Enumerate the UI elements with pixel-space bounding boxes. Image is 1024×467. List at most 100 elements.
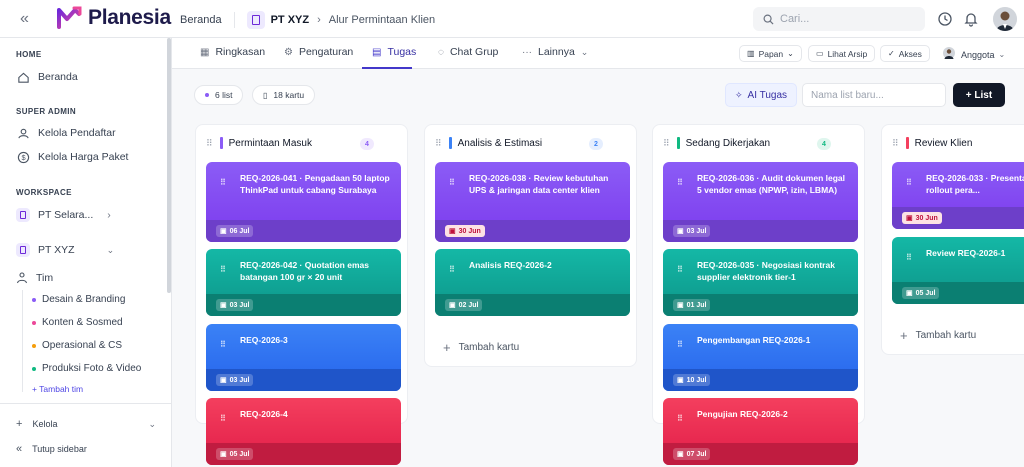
tab-ringkasan[interactable]: ▦ Ringkasan	[200, 46, 265, 58]
access-button[interactable]: ✓ Akses	[880, 45, 930, 62]
card-title-area: ⠿ REQ-2026-038 · Review kebutuhan UPS & j…	[435, 162, 630, 204]
tab-pengaturan[interactable]: ⚙ Pengaturan	[284, 46, 353, 58]
task-card[interactable]: ⠿ REQ-2026-041 · Pengadaan 50 laptop Thin…	[206, 162, 401, 242]
tab-chat-grup[interactable]: ◌ Chat Grup	[438, 46, 498, 58]
drag-handle-icon[interactable]: ⠿	[906, 252, 912, 264]
drag-handle-icon[interactable]: ⠿	[220, 264, 226, 276]
sidebar-item-kelola-pendaftar[interactable]: Kelola Pendaftar	[16, 126, 116, 140]
tab-lainnya[interactable]: ··· Lainnya ⌄	[522, 46, 588, 58]
drag-handle-icon[interactable]: ⠿	[677, 264, 683, 276]
view-archive-button[interactable]: ▭ Lihat Arsip	[808, 45, 876, 62]
task-card[interactable]: ⠿ REQ-2026-4 ▣ 05 Jul	[206, 398, 401, 465]
column-header[interactable]: ⠿ Sedang Dikerjakan	[663, 137, 770, 149]
collapse-sidebar-button[interactable]: « Tutup sidebar	[16, 443, 87, 455]
drag-handle-icon[interactable]: ⠿	[677, 177, 683, 189]
board-column[interactable]: ⠿ Sedang Dikerjakan 4 ⠿ REQ-2026-036 · Audit…	[652, 124, 865, 465]
sidebar-scrollbar[interactable]	[167, 38, 171, 293]
members-dropdown[interactable]: Anggota ⌄	[943, 47, 1005, 62]
calendar-icon: ▣	[220, 451, 227, 458]
calendar-icon: ▣	[449, 302, 456, 309]
search-input[interactable]: Cari...	[753, 7, 925, 31]
board-column[interactable]: ⠿ Review Klien ⠿ REQ-2026-033 · Presentasi …	[881, 124, 1024, 355]
tab-tugas[interactable]: ▤ Tugas	[372, 46, 416, 58]
new-list-input[interactable]: Nama list baru...	[802, 83, 946, 107]
add-card-button[interactable]: + Tambah kartu	[443, 340, 519, 355]
drag-handle-icon[interactable]: ⠿	[677, 339, 683, 351]
manage-menu[interactable]: + Kelola ⌄	[16, 418, 156, 430]
task-card[interactable]: ⠿ REQ-2026-042 · Quotation emas batangan …	[206, 249, 401, 316]
sidebar-team-desain[interactable]: Desain & Branding	[32, 294, 125, 305]
board-column[interactable]: ⠿ Analisis & Estimasi 2 ⠿ REQ-2026-038 · Rev…	[424, 124, 637, 367]
section-home: HOME	[16, 50, 42, 59]
sidebar-item-label: PT Selara...	[38, 209, 94, 221]
tree-line	[22, 290, 23, 392]
sidebar-item-label: Tim	[36, 272, 54, 284]
drag-handle-icon[interactable]: ⠿	[220, 413, 226, 425]
drag-handle-icon[interactable]: ⠿	[435, 138, 442, 149]
due-date-badge: ▣ 07 Jul	[673, 448, 711, 460]
collapse-sidebar-icon[interactable]: «	[20, 10, 38, 28]
column-header[interactable]: ⠿ Review Klien	[892, 137, 972, 149]
sidebar-item-kelola-harga-paket[interactable]: $ Kelola Harga Paket	[16, 150, 128, 164]
due-date: 10 Jul	[686, 376, 707, 384]
task-card[interactable]: ⠿ REQ-2026-038 · Review kebutuhan UPS & j…	[435, 162, 630, 242]
drag-handle-icon[interactable]: ⠿	[220, 339, 226, 351]
app-logo[interactable]: Planesia	[56, 5, 171, 31]
app-name: Planesia	[88, 6, 171, 29]
view-papan-dropdown[interactable]: ▥ Papan ⌄	[739, 45, 802, 62]
column-accent-bar	[676, 137, 680, 149]
drag-handle-icon[interactable]: ⠿	[892, 138, 899, 149]
card-title: REQ-2026-4	[240, 409, 288, 419]
ai-tasks-button[interactable]: ✧ AI Tugas	[725, 83, 797, 107]
history-icon[interactable]	[937, 11, 953, 27]
card-icon: ▯	[263, 90, 268, 100]
breadcrumb-home[interactable]: Beranda	[180, 14, 222, 26]
drag-handle-icon[interactable]: ⠿	[663, 138, 670, 149]
drag-handle-icon[interactable]: ⠿	[206, 138, 213, 149]
sidebar-item-beranda[interactable]: Beranda	[16, 70, 78, 84]
card-title: REQ-2026-038 · Review kebutuhan UPS & ja…	[469, 173, 609, 195]
sidebar-item-workspace-selara[interactable]: PT Selara... ›	[16, 208, 111, 222]
sidebar-item-workspace-xyz[interactable]: PT XYZ ⌄	[16, 243, 114, 257]
column-header[interactable]: ⠿ Permintaan Masuk	[206, 137, 312, 149]
card-title-area: ⠿ Pengembangan REQ-2026-1	[663, 324, 858, 354]
user-avatar[interactable]	[993, 7, 1017, 31]
due-date: 07 Jul	[686, 450, 707, 458]
drag-handle-icon[interactable]: ⠿	[449, 177, 455, 189]
task-card[interactable]: ⠿ Analisis REQ-2026-2 ▣ 02 Jul	[435, 249, 630, 316]
due-date-badge: ▣ 03 Jul	[216, 299, 254, 311]
bell-icon[interactable]	[963, 11, 979, 27]
section-super-admin: SUPER ADMIN	[16, 107, 77, 116]
chevron-down-icon: ⌄	[787, 49, 794, 58]
breadcrumb-workspace[interactable]: PT XYZ	[271, 14, 310, 26]
sidebar-item-tim[interactable]: Tim	[16, 271, 53, 285]
calendar-icon: ▣	[906, 290, 913, 297]
task-card[interactable]: ⠿ REQ-2026-035 · Negosiasi kontrak suppli…	[663, 249, 858, 316]
task-card[interactable]: ⠿ REQ-2026-036 · Audit dokumen legal 5 ve…	[663, 162, 858, 242]
section-workspace: WORKSPACE	[16, 188, 72, 197]
task-card[interactable]: ⠿ Review REQ-2026-1 ▣ 05 Jul	[892, 237, 1024, 304]
task-card[interactable]: ⠿ REQ-2026-3 ▣ 03 Jul	[206, 324, 401, 391]
task-card[interactable]: ⠿ Pengujian REQ-2026-2 ▣ 07 Jul	[663, 398, 858, 465]
add-card-button[interactable]: + Tambah kartu	[900, 328, 976, 343]
drag-handle-icon[interactable]: ⠿	[906, 177, 912, 189]
add-team-link[interactable]: + Tambah tim	[32, 384, 83, 394]
gear-icon: ⚙	[284, 46, 293, 58]
task-card[interactable]: ⠿ REQ-2026-033 · Presentasi proposal roll…	[892, 162, 1024, 229]
drag-handle-icon[interactable]: ⠿	[677, 413, 683, 425]
card-title: Review REQ-2026-1	[926, 248, 1006, 258]
sidebar-team-operasional[interactable]: Operasional & CS	[32, 340, 122, 351]
card-footer: ▣ 05 Jul	[892, 282, 1024, 304]
team-label: Desain & Branding	[42, 294, 126, 305]
drag-handle-icon[interactable]: ⠿	[449, 264, 455, 276]
add-list-button[interactable]: + List	[953, 83, 1005, 107]
task-card[interactable]: ⠿ Pengembangan REQ-2026-1 ▣ 10 Jul	[663, 324, 858, 391]
column-header[interactable]: ⠿ Analisis & Estimasi	[435, 137, 542, 149]
tab-label: Chat Grup	[449, 46, 499, 58]
sidebar-team-konten[interactable]: Konten & Sosmed	[32, 317, 123, 328]
sidebar-team-produksi[interactable]: Produksi Foto & Video	[32, 363, 141, 374]
breadcrumb: Beranda PT XYZ › Alur Permintaan Klien	[180, 11, 435, 29]
board-column[interactable]: ⠿ Permintaan Masuk 4 ⠿ REQ-2026-041 · Pengad…	[195, 124, 408, 465]
due-date-badge: ▣ 05 Jul	[216, 448, 254, 460]
drag-handle-icon[interactable]: ⠿	[220, 177, 226, 189]
